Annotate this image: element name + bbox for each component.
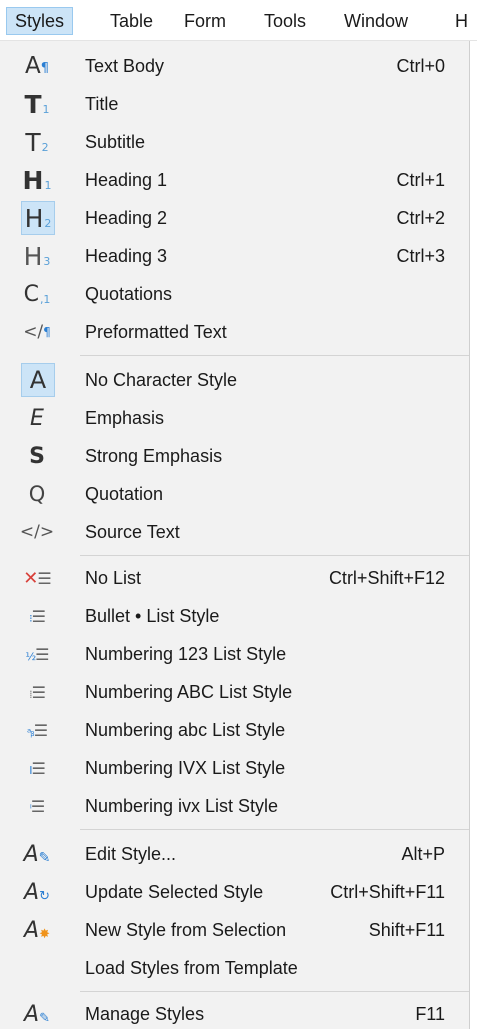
separator: [80, 991, 469, 992]
no-list-icon: ✕☰: [23, 567, 51, 589]
menu-item-new-style-from-selection[interactable]: A ✸ New Style from Selection Shift+F11: [0, 911, 469, 949]
menu-item-numbering-abc-lower[interactable]: ᵃᵦ☰ Numbering abc List Style: [0, 711, 469, 749]
menu-item-text-body[interactable]: A ¶ Text Body Ctrl+0: [0, 47, 469, 85]
menu-item-strong-emphasis[interactable]: S Strong Emphasis: [0, 437, 469, 475]
numbering-ivx-lower-icon: ⁱ☰: [29, 796, 45, 816]
menu-item-title[interactable]: T1 Title: [0, 85, 469, 123]
menu-window[interactable]: Window: [336, 8, 416, 34]
preformatted-text-icon: </¶: [23, 322, 51, 342]
menu-item-edit-style[interactable]: A ✎ Edit Style... Alt+P: [0, 835, 469, 873]
menu-item-heading-3[interactable]: H3 Heading 3 Ctrl+3: [0, 237, 469, 275]
menu-form[interactable]: Form: [176, 8, 234, 34]
menu-item-emphasis[interactable]: E Emphasis: [0, 399, 469, 437]
strong-emphasis-icon: S: [29, 443, 45, 469]
menu-item-manage-styles[interactable]: A ✎ Manage Styles F11: [0, 995, 469, 1033]
menu-item-no-list[interactable]: ✕☰ No List Ctrl+Shift+F12: [0, 559, 469, 597]
menu-item-source-text[interactable]: </> Source Text: [0, 513, 469, 551]
emphasis-icon: E: [30, 405, 44, 431]
separator: [80, 555, 469, 556]
menu-help[interactable]: He: [447, 8, 467, 34]
menu-item-load-styles-from-template[interactable]: Load Styles from Template: [0, 949, 469, 987]
menu-item-quotation[interactable]: Q Quotation: [0, 475, 469, 513]
menu-styles[interactable]: Styles: [6, 7, 74, 35]
menu-table[interactable]: Table: [102, 8, 161, 34]
menu-item-subtitle[interactable]: T2 Subtitle: [0, 123, 469, 161]
heading-1-icon: H1: [22, 165, 52, 195]
numbering-ivx-upper-icon: Ⅰ☰: [29, 758, 46, 778]
menu-tools[interactable]: Tools: [256, 8, 314, 34]
styles-dropdown-menu: A ¶ Text Body Ctrl+0 T1 Title T2 Subtitle…: [0, 41, 470, 1029]
menu-item-quotations[interactable]: C ,1 Quotations: [0, 275, 469, 313]
no-character-style-icon: A: [21, 363, 55, 397]
separator: [80, 355, 469, 356]
paragraph-style-icon: A ¶: [24, 52, 49, 79]
separator: [80, 829, 469, 830]
menu-item-numbering-123[interactable]: ½☰ Numbering 123 List Style: [0, 635, 469, 673]
edit-style-icon: A ✎: [23, 841, 51, 867]
menu-item-heading-2[interactable]: H2 Heading 2 Ctrl+2: [0, 199, 469, 237]
menu-item-no-character-style[interactable]: A No Character Style: [0, 361, 469, 399]
menu-item-bullet-list-style[interactable]: ⁝☰ Bullet • List Style: [0, 597, 469, 635]
numbering-abc-upper-icon: ⁞☰: [29, 682, 46, 702]
menu-item-numbering-ivx-upper[interactable]: Ⅰ☰ Numbering IVX List Style: [0, 749, 469, 787]
menu-item-preformatted-text[interactable]: </¶ Preformatted Text: [0, 313, 469, 351]
new-style-icon: A ✸: [24, 917, 50, 943]
manage-styles-icon: A ✎: [24, 1001, 50, 1027]
menu-item-heading-1[interactable]: H1 Heading 1 Ctrl+1: [0, 161, 469, 199]
update-style-icon: A ↻: [24, 879, 50, 905]
title-style-icon: T1: [24, 89, 50, 119]
numbering-abc-lower-icon: ᵃᵦ☰: [26, 720, 48, 740]
quotation-icon: Q: [28, 481, 46, 506]
subtitle-style-icon: T2: [25, 127, 49, 157]
numbering-123-icon: ½☰: [25, 644, 49, 664]
heading-3-icon: H3: [23, 241, 51, 271]
heading-2-icon: H2: [21, 201, 55, 235]
menu-item-numbering-abc-upper[interactable]: ⁞☰ Numbering ABC List Style: [0, 673, 469, 711]
bullet-list-icon: ⁝☰: [29, 606, 46, 626]
quotations-icon: C ,1: [23, 281, 51, 307]
menubar: Styles Table Form Tools Window He: [0, 0, 477, 41]
menu-item-numbering-ivx-lower[interactable]: ⁱ☰ Numbering ivx List Style: [0, 787, 469, 825]
source-text-icon: </>: [19, 522, 55, 542]
menu-item-update-selected-style[interactable]: A ↻ Update Selected Style Ctrl+Shift+F11: [0, 873, 469, 911]
